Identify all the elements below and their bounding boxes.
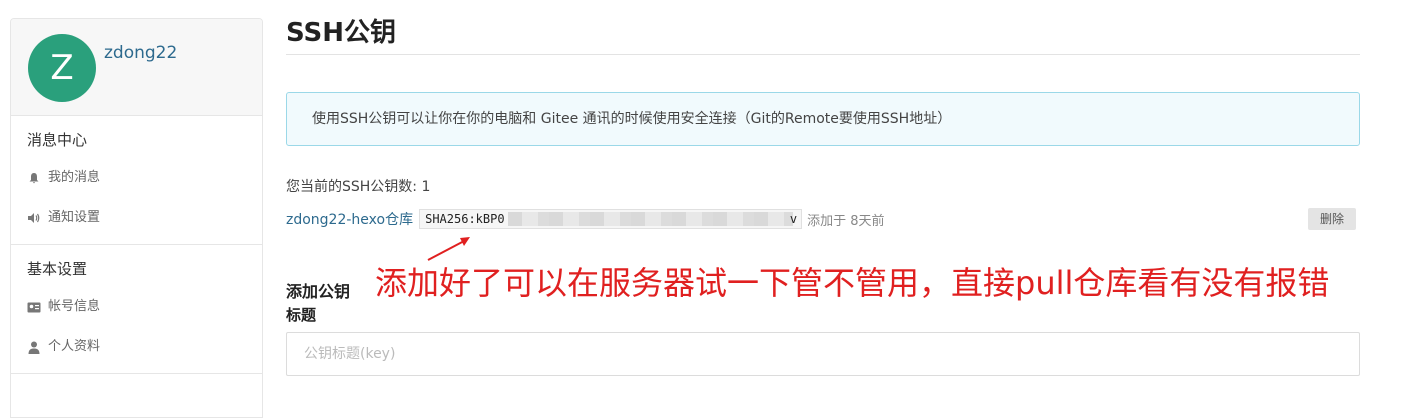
- key-name-link[interactable]: zdong22-hexo仓库: [286, 209, 413, 229]
- user-icon: [27, 340, 41, 354]
- id-card-icon: [27, 300, 41, 314]
- sidebar-item-label: 帐号信息: [48, 299, 101, 314]
- key-title-input[interactable]: [286, 332, 1360, 376]
- sidebar-item-label: 个人资料: [48, 339, 101, 354]
- fingerprint-suffix: v: [789, 212, 798, 226]
- key-added-time: 添加于 8天前: [807, 213, 885, 229]
- sidebar-item-label: 通知设置: [48, 210, 101, 225]
- info-alert: 使用SSH公钥可以让你在你的电脑和 Gitee 通讯的时候使用安全连接（Git的…: [286, 92, 1360, 146]
- sidebar-section-title: 基本设置: [27, 260, 88, 278]
- sidebar-item-account-info[interactable]: 帐号信息: [11, 287, 262, 327]
- key-count: 您当前的SSH公钥数: 1: [286, 179, 431, 195]
- username[interactable]: zdong22: [104, 43, 177, 63]
- sidebar-item-label: 我的消息: [48, 170, 101, 185]
- annotation-arrow-icon: [427, 237, 470, 261]
- sidebar-item-profile[interactable]: 个人资料: [11, 327, 262, 367]
- sidebar-item-notification-settings[interactable]: 通知设置: [11, 198, 262, 238]
- sidebar-section-basic: 基本设置 帐号信息 个人资料: [11, 245, 262, 374]
- fingerprint-prefix: SHA256:kBP0: [425, 212, 505, 226]
- sidebar-section-title: 消息中心: [27, 131, 88, 149]
- speaker-icon: [27, 211, 41, 225]
- ssh-key-row: zdong22-hexo仓库 SHA256:kBP0 v 添加于 8天前 删除: [286, 208, 1360, 230]
- profile-card: Z zdong22: [11, 19, 262, 116]
- avatar[interactable]: Z: [28, 34, 96, 102]
- delete-key-button[interactable]: 删除: [1308, 208, 1356, 230]
- page-title: SSH公钥: [286, 0, 1360, 55]
- sidebar-section-messages: 消息中心 我的消息 通知设置: [11, 116, 262, 245]
- bell-icon: [27, 171, 41, 185]
- title-field-label: 标题: [286, 306, 317, 324]
- key-fingerprint: SHA256:kBP0 v: [419, 209, 803, 229]
- sidebar-item-my-messages[interactable]: 我的消息: [11, 158, 262, 198]
- main-content: SSH公钥 使用SSH公钥可以让你在你的电脑和 Gitee 通讯的时候使用安全连…: [286, 0, 1360, 376]
- annotation-text: 添加好了可以在服务器试一下管不管用，直接pull仓库看有没有报错: [375, 264, 1330, 302]
- sidebar: Z zdong22 消息中心 我的消息 通知设置 基本设置 帐号信息 个人资料: [10, 18, 263, 418]
- fingerprint-redaction: [508, 212, 794, 226]
- add-key-title: 添加公钥: [286, 282, 351, 301]
